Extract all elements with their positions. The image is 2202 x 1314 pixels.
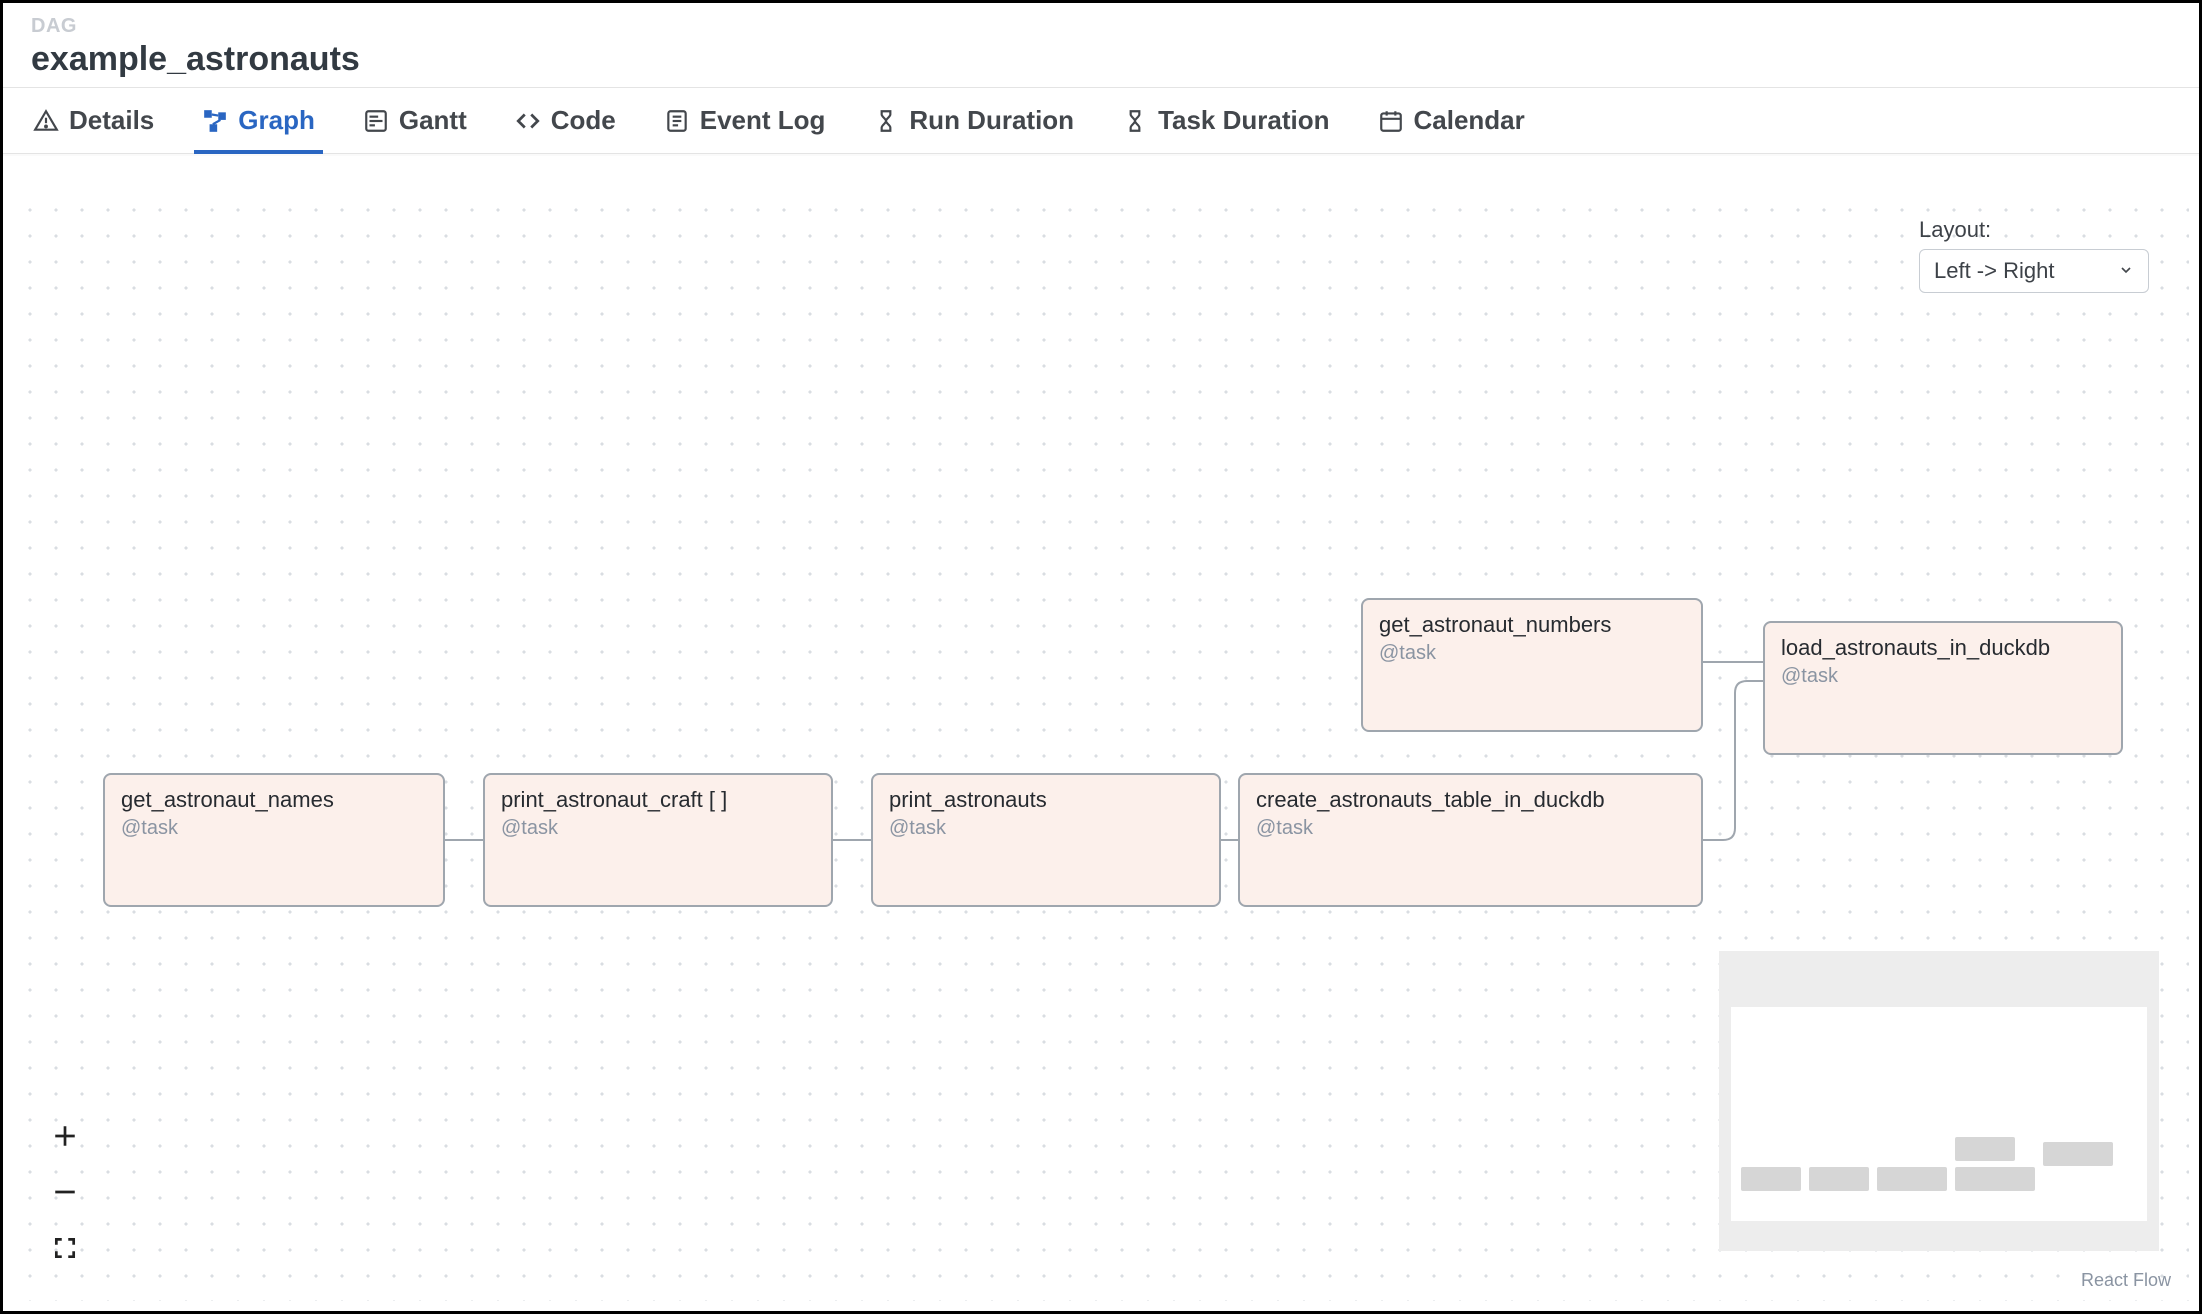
gantt-icon — [363, 108, 389, 134]
tab-label: Gantt — [399, 105, 467, 136]
tab-graph[interactable]: Graph — [202, 88, 315, 153]
task-node-get-astronaut-numbers[interactable]: get_astronaut_numbers @task — [1361, 598, 1703, 732]
minimap-node — [1877, 1167, 1947, 1191]
minimap-node — [1955, 1137, 2015, 1161]
tab-label: Calendar — [1414, 105, 1525, 136]
task-node-name: load_astronauts_in_duckdb — [1781, 635, 2105, 661]
task-node-operator: @task — [501, 817, 815, 840]
layout-label: Layout: — [1919, 217, 2149, 243]
task-node-name: create_astronauts_table_in_duckdb — [1256, 787, 1685, 813]
tab-label: Run Duration — [909, 105, 1074, 136]
view-tabs: Details Graph Gantt Code Event Log — [3, 88, 2199, 154]
minimap-node — [1741, 1167, 1801, 1191]
fit-view-button[interactable] — [43, 1221, 87, 1277]
calendar-icon — [1378, 108, 1404, 134]
tab-label: Code — [551, 105, 616, 136]
graph-canvas[interactable]: Layout: Left -> Right — [13, 193, 2189, 1301]
dag-header: DAG example_astronauts — [3, 3, 2199, 88]
graph-icon — [202, 108, 228, 134]
task-node-operator: @task — [1256, 817, 1685, 840]
task-node-print-astronauts[interactable]: print_astronauts @task — [871, 773, 1221, 907]
minimap-viewport — [1731, 1007, 2147, 1221]
minimap-node — [1955, 1167, 2035, 1191]
task-node-name: print_astronauts — [889, 787, 1203, 813]
task-node-name: print_astronaut_craft [ ] — [501, 787, 815, 813]
tab-calendar[interactable]: Calendar — [1378, 88, 1525, 153]
task-node-operator: @task — [1379, 642, 1685, 665]
attribution-text: React Flow — [2081, 1270, 2171, 1291]
task-node-get-astronaut-names[interactable]: get_astronaut_names @task — [103, 773, 445, 907]
tab-label: Event Log — [700, 105, 826, 136]
tab-run-duration[interactable]: Run Duration — [873, 88, 1074, 153]
task-node-name: get_astronaut_names — [121, 787, 427, 813]
hourglass-icon — [1122, 108, 1148, 134]
task-node-print-astronaut-craft[interactable]: print_astronaut_craft [ ] @task — [483, 773, 833, 907]
tab-gantt[interactable]: Gantt — [363, 88, 467, 153]
dag-title: example_astronauts — [31, 40, 2171, 79]
tab-details[interactable]: Details — [33, 88, 154, 153]
task-node-operator: @task — [121, 817, 427, 840]
task-node-load-astronauts-duckdb[interactable]: load_astronauts_in_duckdb @task — [1763, 621, 2123, 755]
tab-label: Graph — [238, 105, 315, 136]
event-log-icon — [664, 108, 690, 134]
layout-control: Layout: Left -> Right — [1919, 217, 2149, 293]
tab-event-log[interactable]: Event Log — [664, 88, 826, 153]
task-node-name: get_astronaut_numbers — [1379, 612, 1685, 638]
tab-label: Details — [69, 105, 154, 136]
layout-select[interactable]: Left -> Right — [1919, 249, 2149, 293]
task-node-create-astronauts-table[interactable]: create_astronauts_table_in_duckdb @task — [1238, 773, 1703, 907]
minimap-node — [1809, 1167, 1869, 1191]
warning-triangle-icon — [33, 108, 59, 134]
layout-selected-value: Left -> Right — [1934, 258, 2054, 284]
task-node-operator: @task — [889, 817, 1203, 840]
zoom-out-button[interactable] — [43, 1165, 87, 1221]
graph-minimap[interactable] — [1719, 951, 2159, 1251]
tab-task-duration[interactable]: Task Duration — [1122, 88, 1329, 153]
task-node-operator: @task — [1781, 665, 2105, 688]
fullscreen-icon — [52, 1235, 78, 1264]
plus-icon — [52, 1123, 78, 1152]
zoom-in-button[interactable] — [43, 1109, 87, 1165]
chevron-down-icon — [2118, 258, 2134, 284]
tab-code[interactable]: Code — [515, 88, 616, 153]
tab-label: Task Duration — [1158, 105, 1329, 136]
zoom-controls — [43, 1109, 87, 1277]
hourglass-icon — [873, 108, 899, 134]
minimap-node — [2043, 1142, 2113, 1166]
dag-kicker: DAG — [31, 15, 2171, 38]
code-icon — [515, 108, 541, 134]
minus-icon — [52, 1179, 78, 1208]
